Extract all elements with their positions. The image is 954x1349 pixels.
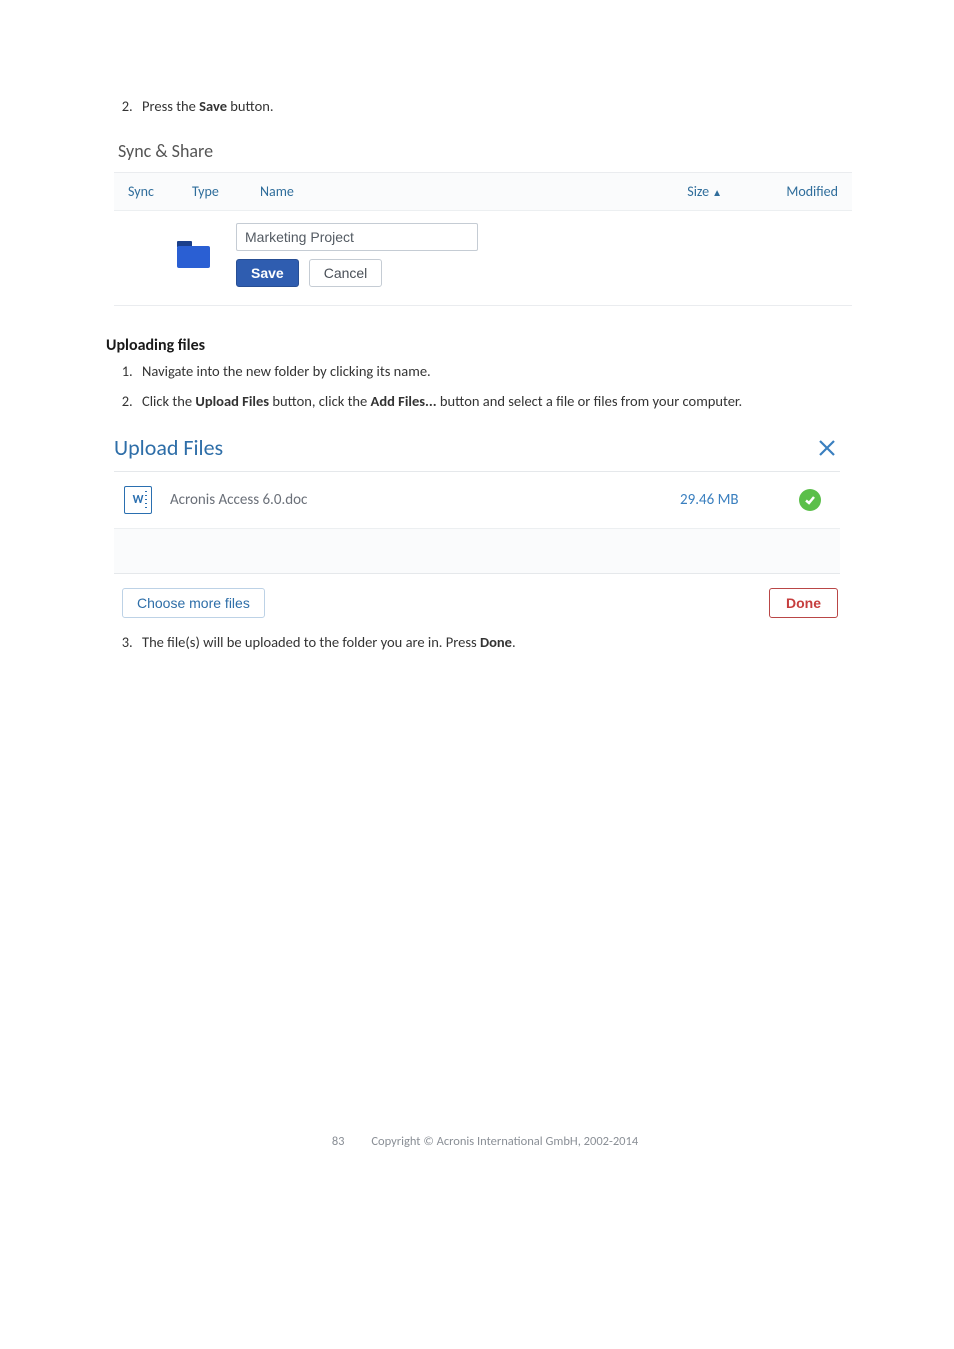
upload-dialog-title: Upload Files <box>114 434 223 461</box>
step2-prefix: Press the <box>142 97 199 115</box>
step-list-1: Press the Save button. <box>106 96 864 118</box>
uploading-heading: Uploading files <box>106 336 864 355</box>
folder-name-input[interactable] <box>236 223 478 251</box>
step2-suffix: button. <box>227 97 274 115</box>
col-size-label: Size <box>687 183 709 200</box>
uploading-steps: Navigate into the new folder by clicking… <box>106 361 864 413</box>
done-button[interactable]: Done <box>769 588 838 618</box>
sync-share-table: Sync Type Name Size▲ Modified <box>114 172 852 306</box>
col-name[interactable]: Name <box>260 183 652 200</box>
upload-file-size: 29.46 MB <box>680 491 790 509</box>
sort-asc-icon: ▲ <box>712 186 722 199</box>
step-list-3: The file(s) will be uploaded to the fold… <box>106 632 864 654</box>
sync-share-title: Sync & Share <box>114 136 852 172</box>
word-doc-icon: W <box>124 486 152 514</box>
save-button[interactable]: Save <box>236 259 299 287</box>
col-sync[interactable]: Sync <box>128 183 192 200</box>
close-icon[interactable] <box>814 435 840 461</box>
upload-step-1: Navigate into the new folder by clicking… <box>136 361 864 383</box>
upload-step-2: Click the Upload Files button, click the… <box>136 391 864 413</box>
success-check-icon <box>799 489 821 511</box>
page-footer: 83 Copyright © Acronis International Gmb… <box>106 1134 864 1149</box>
table-row: Save Cancel <box>114 211 852 305</box>
upload-file-row: W Acronis Access 6.0.doc 29.46 MB <box>114 472 840 529</box>
table-header: Sync Type Name Size▲ Modified <box>114 173 852 211</box>
sync-share-panel: Sync & Share Sync Type Name Size▲ Modifi… <box>114 136 852 306</box>
choose-more-files-button[interactable]: Choose more files <box>122 588 265 618</box>
step2-bold: Save <box>199 97 227 115</box>
cancel-button[interactable]: Cancel <box>309 259 383 287</box>
page-number: 83 <box>332 1134 345 1149</box>
copyright-text: Copyright © Acronis International GmbH, … <box>371 1134 638 1149</box>
folder-icon <box>174 239 214 271</box>
col-type[interactable]: Type <box>192 183 260 200</box>
step-2: Press the Save button. <box>136 96 864 118</box>
col-size[interactable]: Size▲ <box>652 183 740 200</box>
upload-dialog: Upload Files W Acronis Access 6.0.doc 29… <box>114 430 840 626</box>
col-modified[interactable]: Modified <box>760 183 838 200</box>
upload-step-3: The file(s) will be uploaded to the fold… <box>136 632 864 654</box>
upload-file-name: Acronis Access 6.0.doc <box>170 491 680 509</box>
